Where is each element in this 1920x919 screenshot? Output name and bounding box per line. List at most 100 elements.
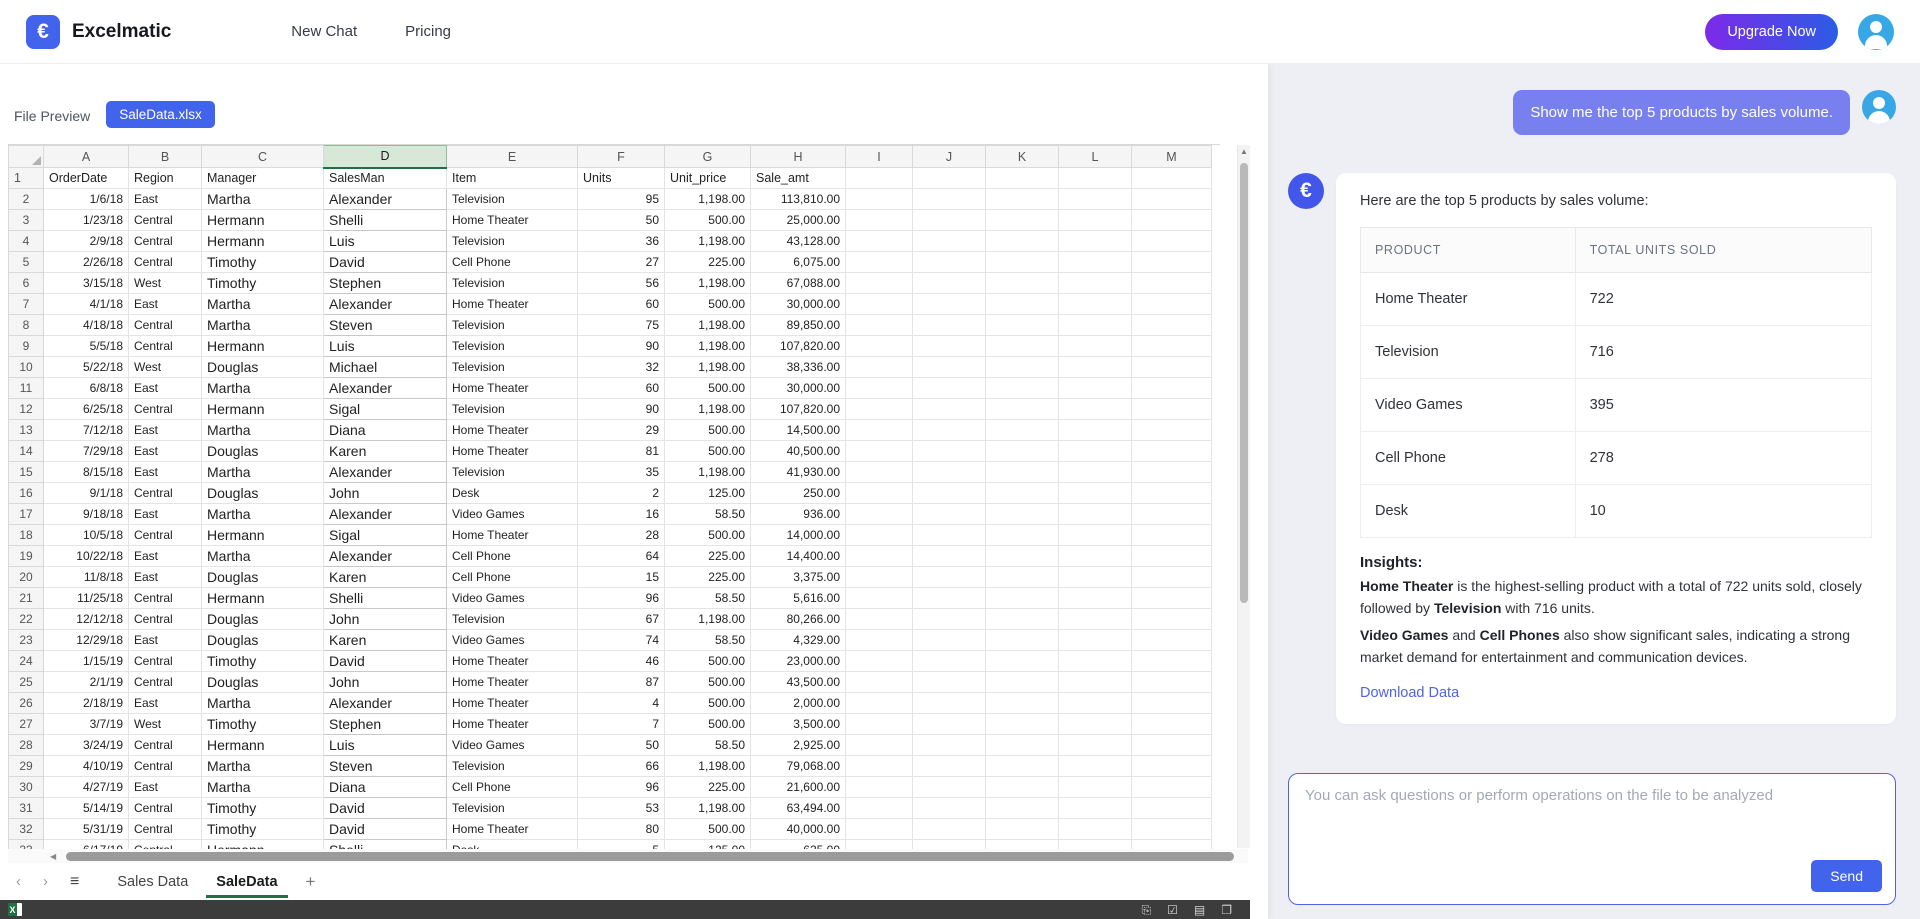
cell-J24[interactable]	[913, 651, 986, 672]
cell-H10[interactable]: 38,336.00	[751, 357, 846, 378]
row-number-16[interactable]: 16	[9, 483, 44, 504]
cell-F14[interactable]: 81	[578, 441, 665, 462]
cell-F32[interactable]: 80	[578, 819, 665, 840]
cell-M4[interactable]	[1132, 231, 1212, 252]
row-number-7[interactable]: 7	[9, 294, 44, 315]
cell-K24[interactable]	[986, 651, 1059, 672]
cell-J1[interactable]	[913, 168, 986, 189]
cell-A18[interactable]: 10/5/18	[44, 525, 129, 546]
cell-G23[interactable]: 58.50	[665, 630, 751, 651]
cell-B10[interactable]: West	[129, 357, 202, 378]
cell-K15[interactable]	[986, 462, 1059, 483]
cell-A31[interactable]: 5/14/19	[44, 798, 129, 819]
cell-M14[interactable]	[1132, 441, 1212, 462]
cell-G17[interactable]: 58.50	[665, 504, 751, 525]
cell-M26[interactable]	[1132, 693, 1212, 714]
cell-L18[interactable]	[1059, 525, 1132, 546]
row-number-23[interactable]: 23	[9, 630, 44, 651]
cell-B7[interactable]: East	[129, 294, 202, 315]
cell-H20[interactable]: 3,375.00	[751, 567, 846, 588]
cell-A20[interactable]: 11/8/18	[44, 567, 129, 588]
cell-M21[interactable]	[1132, 588, 1212, 609]
cell-B22[interactable]: Central	[129, 609, 202, 630]
cell-L2[interactable]	[1059, 189, 1132, 210]
cell-C9[interactable]: Hermann	[202, 336, 324, 357]
cell-B28[interactable]: Central	[129, 735, 202, 756]
cell-A11[interactable]: 6/8/18	[44, 378, 129, 399]
cell-H21[interactable]: 5,616.00	[751, 588, 846, 609]
row-number-25[interactable]: 25	[9, 672, 44, 693]
cell-L14[interactable]	[1059, 441, 1132, 462]
sheet-tab-sales-data[interactable]: Sales Data	[103, 866, 202, 898]
cell-J17[interactable]	[913, 504, 986, 525]
cell-B33[interactable]: Central	[129, 840, 202, 850]
cell-B9[interactable]: Central	[129, 336, 202, 357]
cell-K3[interactable]	[986, 210, 1059, 231]
cell-B3[interactable]: Central	[129, 210, 202, 231]
cell-C3[interactable]: Hermann	[202, 210, 324, 231]
cell-G4[interactable]: 1,198.00	[665, 231, 751, 252]
cell-L11[interactable]	[1059, 378, 1132, 399]
cell-C17[interactable]: Martha	[202, 504, 324, 525]
cell-J6[interactable]	[913, 273, 986, 294]
cell-B23[interactable]: East	[129, 630, 202, 651]
vertical-scroll-thumb[interactable]	[1240, 163, 1248, 603]
horizontal-scrollbar[interactable]: ◀	[8, 849, 1248, 863]
cell-E23[interactable]: Video Games	[447, 630, 578, 651]
cell-A14[interactable]: 7/29/18	[44, 441, 129, 462]
cell-M30[interactable]	[1132, 777, 1212, 798]
cell-J12[interactable]	[913, 399, 986, 420]
cell-F2[interactable]: 95	[578, 189, 665, 210]
cell-J30[interactable]	[913, 777, 986, 798]
cell-E13[interactable]: Home Theater	[447, 420, 578, 441]
cell-I23[interactable]	[846, 630, 913, 651]
cell-I32[interactable]	[846, 819, 913, 840]
cell-K19[interactable]	[986, 546, 1059, 567]
cell-E28[interactable]: Video Games	[447, 735, 578, 756]
cell-E15[interactable]: Television	[447, 462, 578, 483]
cell-K27[interactable]	[986, 714, 1059, 735]
cell-G29[interactable]: 1,198.00	[665, 756, 751, 777]
cell-L30[interactable]	[1059, 777, 1132, 798]
cell-E22[interactable]: Television	[447, 609, 578, 630]
cell-L9[interactable]	[1059, 336, 1132, 357]
cell-D24[interactable]: David	[324, 651, 447, 672]
scroll-up-arrow-icon[interactable]: ▲	[1238, 145, 1250, 159]
row-number-1[interactable]: 1	[9, 168, 44, 189]
cell-A22[interactable]: 12/12/18	[44, 609, 129, 630]
cell-H6[interactable]: 67,088.00	[751, 273, 846, 294]
cell-I15[interactable]	[846, 462, 913, 483]
cell-D12[interactable]: Sigal	[324, 399, 447, 420]
clipboard-check-icon[interactable]: ☑	[1167, 904, 1178, 916]
cell-I26[interactable]	[846, 693, 913, 714]
column-header-C[interactable]: C	[202, 146, 324, 168]
cell-A3[interactable]: 1/23/18	[44, 210, 129, 231]
vertical-scrollbar[interactable]: ▲	[1237, 145, 1250, 848]
cell-I14[interactable]	[846, 441, 913, 462]
cell-E4[interactable]: Television	[447, 231, 578, 252]
cell-L23[interactable]	[1059, 630, 1132, 651]
cell-H4[interactable]: 43,128.00	[751, 231, 846, 252]
cell-E14[interactable]: Home Theater	[447, 441, 578, 462]
cell-F17[interactable]: 16	[578, 504, 665, 525]
cell-L27[interactable]	[1059, 714, 1132, 735]
cell-I31[interactable]	[846, 798, 913, 819]
cell-F22[interactable]: 67	[578, 609, 665, 630]
cell-K29[interactable]	[986, 756, 1059, 777]
cell-I10[interactable]	[846, 357, 913, 378]
cell-A13[interactable]: 7/12/18	[44, 420, 129, 441]
cell-H25[interactable]: 43,500.00	[751, 672, 846, 693]
cell-F25[interactable]: 87	[578, 672, 665, 693]
cell-A28[interactable]: 3/24/19	[44, 735, 129, 756]
cell-H7[interactable]: 30,000.00	[751, 294, 846, 315]
cell-K16[interactable]	[986, 483, 1059, 504]
user-avatar[interactable]	[1858, 14, 1894, 50]
cell-G22[interactable]: 1,198.00	[665, 609, 751, 630]
cell-J16[interactable]	[913, 483, 986, 504]
cell-B29[interactable]: Central	[129, 756, 202, 777]
upgrade-now-button[interactable]: Upgrade Now	[1705, 14, 1838, 50]
cell-L7[interactable]	[1059, 294, 1132, 315]
cell-I29[interactable]	[846, 756, 913, 777]
cell-M27[interactable]	[1132, 714, 1212, 735]
cell-D28[interactable]: Luis	[324, 735, 447, 756]
